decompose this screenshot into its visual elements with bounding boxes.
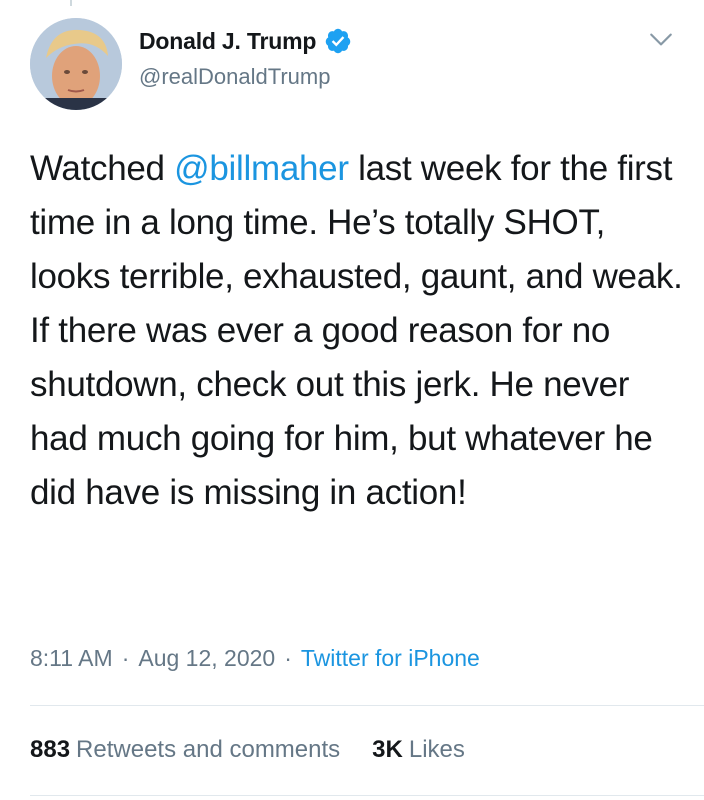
likes-label: Likes [408, 736, 465, 763]
verified-badge-icon [325, 28, 351, 54]
divider [30, 705, 704, 706]
tweet-meta: 8:11 AM · Aug 12, 2020 · Twitter for iPh… [30, 645, 480, 672]
author-display-name[interactable]: Donald J. Trump [139, 28, 316, 55]
meta-separator: · [284, 645, 292, 671]
mention-link[interactable]: @billmaher [174, 149, 349, 188]
tweet-text-segment: Watched [30, 149, 175, 188]
tweet-text: Watched @billmaher last week for the fir… [30, 142, 690, 520]
retweets-label: Retweets and comments [76, 736, 341, 763]
likes-stat[interactable]: 3K Likes [372, 736, 465, 764]
thread-line [70, 0, 72, 6]
likes-count: 3K [372, 736, 403, 763]
tweet-source-link[interactable]: Twitter for iPhone [301, 645, 480, 672]
chevron-down-icon[interactable] [648, 26, 674, 52]
tweet-time[interactable]: 8:11 AM [30, 645, 113, 672]
divider [30, 795, 704, 796]
avatar[interactable] [30, 18, 122, 110]
retweets-stat[interactable]: 883 Retweets and comments [30, 736, 340, 764]
tweet-stats: 883 Retweets and comments 3K Likes [30, 736, 465, 764]
avatar-image [30, 18, 122, 110]
meta-separator: · [121, 645, 130, 671]
tweet-text-segment: last week for the first time in a long t… [30, 149, 683, 512]
author-name-row[interactable]: Donald J. Trump [139, 27, 352, 55]
tweet-date[interactable]: Aug 12, 2020 [138, 645, 275, 672]
retweets-count: 883 [30, 736, 71, 763]
author-handle[interactable]: @realDonaldTrump [139, 64, 330, 90]
